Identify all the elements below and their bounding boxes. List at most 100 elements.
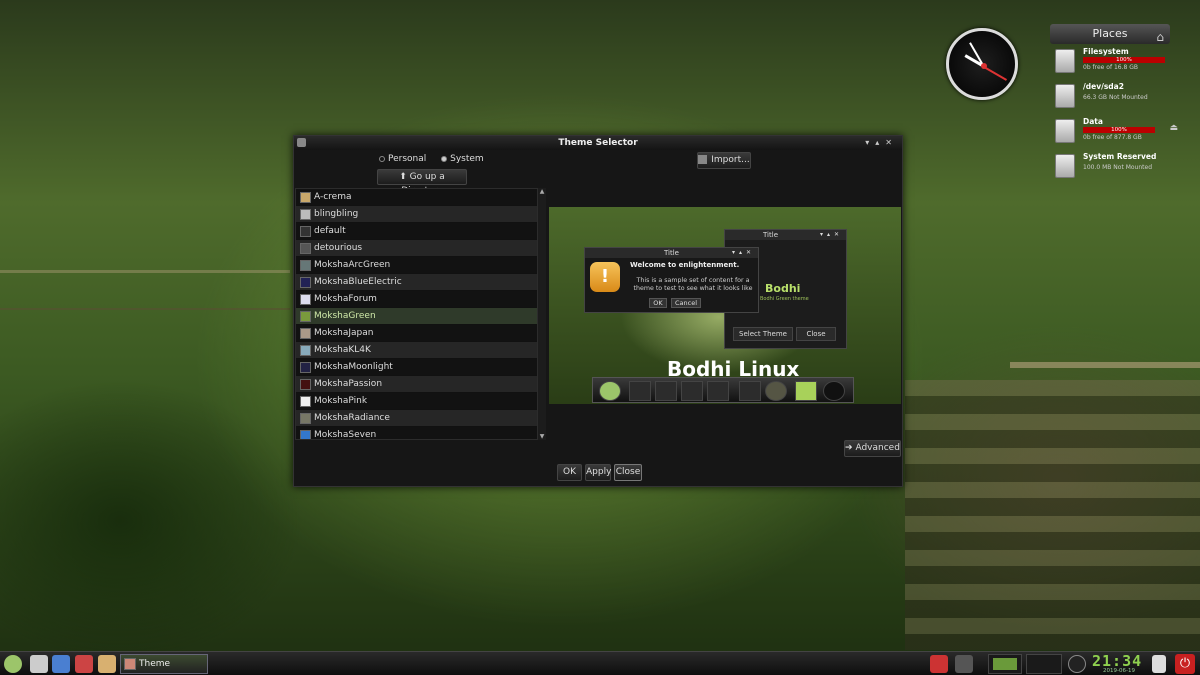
power-icon[interactable]: ⏻ <box>1175 654 1195 674</box>
theme-name: default <box>314 226 346 236</box>
theme-thumbnail <box>300 277 311 288</box>
preview-dialog: Title ▾▴✕ ! Welcome to enlightenment. Thi… <box>584 247 759 313</box>
theme-name: MokshaKL4K <box>314 345 371 355</box>
user-avatar-icon[interactable] <box>1068 655 1086 673</box>
list-item[interactable]: MokshaForum <box>296 291 537 308</box>
radio-dot <box>379 155 385 162</box>
list-item[interactable]: MokshaJapan <box>296 325 537 342</box>
terminal-icon[interactable] <box>30 655 48 673</box>
list-item[interactable]: MokshaMoonlight <box>296 359 537 376</box>
preview-shelf <box>592 377 854 403</box>
ok-button[interactable]: OK <box>557 464 582 481</box>
list-item[interactable]: A-crema <box>296 189 537 206</box>
theme-thumbnail <box>300 260 311 271</box>
theme-thumbnail <box>300 345 311 356</box>
minimize-icon[interactable]: ▾ <box>865 138 875 147</box>
drive-sda2[interactable]: /dev/sda2 66.3 GB Not Mounted <box>1050 82 1170 114</box>
drive-name: System Reserved <box>1083 152 1157 161</box>
radio-system[interactable]: System <box>441 154 490 164</box>
list-item[interactable]: MokshaPassion <box>296 376 537 393</box>
button-label: Close <box>615 467 641 477</box>
drive-name: Filesystem <box>1083 47 1129 56</box>
button-label: Import... <box>711 155 750 165</box>
preview-shelf-icon <box>655 381 677 401</box>
preview-shelf-icon <box>629 381 651 401</box>
task-label: Theme Selector <box>139 659 171 669</box>
theme-thumbnail <box>300 413 311 424</box>
scroll-up-icon[interactable]: ▲ <box>538 188 546 195</box>
list-item[interactable]: default <box>296 223 537 240</box>
close-icon[interactable]: ✕ <box>885 138 898 147</box>
theme-thumbnail <box>300 192 311 203</box>
file-manager-icon[interactable] <box>98 655 116 673</box>
theme-name: MokshaJapan <box>314 328 374 338</box>
theme-name: blingbling <box>314 209 359 219</box>
theme-name: MokshaRadiance <box>314 413 390 423</box>
list-item[interactable]: blingbling <box>296 206 537 223</box>
close-button[interactable]: Close <box>614 464 642 481</box>
drive-icon <box>1055 49 1075 73</box>
preview-shelf-icon <box>739 381 761 401</box>
theme-name: MokshaGreen <box>314 311 376 321</box>
go-up-directory-button[interactable]: ⬆ Go up a Directory <box>377 169 467 196</box>
clipboard-icon[interactable] <box>1152 655 1166 673</box>
window-controls: ▾▴✕ <box>865 136 898 150</box>
arrow-right-icon: ➔ <box>845 443 853 453</box>
home-icon[interactable]: ⌂ <box>1156 27 1164 47</box>
window-app-icon[interactable] <box>297 138 306 147</box>
radio-label: System <box>450 154 484 164</box>
eject-icon[interactable]: ⏏ <box>1169 123 1178 133</box>
drive-icon <box>1055 154 1075 178</box>
preview-dialog-body: This is a sample set of content for a th… <box>633 277 753 292</box>
pager-window <box>993 658 1017 670</box>
list-item[interactable]: MokshaBlueElectric <box>296 274 537 291</box>
window-titlebar[interactable]: Theme Selector ▾▴✕ <box>294 136 902 150</box>
list-item[interactable]: MokshaPink <box>296 393 537 410</box>
app-launcher-icon[interactable] <box>75 655 93 673</box>
taskbar-task-theme-selector[interactable]: Theme Selector <box>120 654 208 674</box>
drive-filesystem[interactable]: Filesystem 100% 0b free of 16.8 GB <box>1050 47 1170 79</box>
clock-date: 2019-06-19 <box>1103 668 1135 674</box>
preview-theme-title: Title <box>763 231 779 239</box>
theme-list-scrollbar[interactable]: ▲ ▼ <box>538 188 546 440</box>
window-title: Theme Selector <box>558 138 638 148</box>
theme-thumbnail <box>300 328 311 339</box>
theme-name: MokshaBlueElectric <box>314 277 402 287</box>
browser-icon[interactable] <box>52 655 70 673</box>
import-button[interactable]: Import... <box>697 152 751 169</box>
drive-icon <box>1055 119 1075 143</box>
drive-data[interactable]: Data 100% 0b free of 877.8 GB ⏏ <box>1050 117 1178 149</box>
theme-name: MokshaMoonlight <box>314 362 393 372</box>
analog-clock-gadget[interactable] <box>946 28 1018 100</box>
scroll-down-icon[interactable]: ▼ <box>538 433 546 440</box>
bodhi-menu-icon[interactable] <box>4 655 22 673</box>
pager-desk-1[interactable] <box>988 654 1022 674</box>
drive-system-reserved[interactable]: System Reserved 100.0 MB Not Mounted <box>1050 152 1170 184</box>
clock-second-hand <box>983 66 1008 81</box>
theme-thumbnail <box>300 294 311 305</box>
drive-name: Data <box>1083 117 1103 126</box>
list-item-selected[interactable]: MokshaGreen <box>296 308 537 325</box>
places-title-text: Places <box>1092 27 1128 40</box>
preview-dialog-controls: ▾▴✕ <box>731 249 755 256</box>
theme-name: detourious <box>314 243 363 253</box>
preview-shelf-clock-icon <box>823 381 845 401</box>
advanced-button[interactable]: ➔ Advanced <box>844 440 901 457</box>
list-item[interactable]: MokshaRadiance <box>296 410 537 427</box>
radio-personal[interactable]: Personal <box>379 154 432 164</box>
maximize-icon[interactable]: ▴ <box>875 138 885 147</box>
apply-button[interactable]: Apply <box>585 464 611 481</box>
theme-list[interactable]: A-crema blingbling default detourious Mo… <box>295 188 538 440</box>
pager-desk-2[interactable] <box>1026 654 1062 674</box>
preview-dialog-titlebar: Title ▾▴✕ <box>585 248 758 258</box>
drive-info: 66.3 GB Not Mounted <box>1083 94 1148 101</box>
record-icon[interactable] <box>930 655 948 673</box>
drive-info: 0b free of 16.8 GB <box>1083 64 1138 71</box>
preview-select-theme-button: Select Theme <box>733 327 793 341</box>
list-item[interactable]: detourious <box>296 240 537 257</box>
list-item[interactable]: MokshaSeven <box>296 427 537 439</box>
list-item[interactable]: MokshaKL4K <box>296 342 537 359</box>
list-item[interactable]: MokshaArcGreen <box>296 257 537 274</box>
theme-thumbnail <box>300 379 311 390</box>
pen-icon[interactable] <box>955 655 973 673</box>
